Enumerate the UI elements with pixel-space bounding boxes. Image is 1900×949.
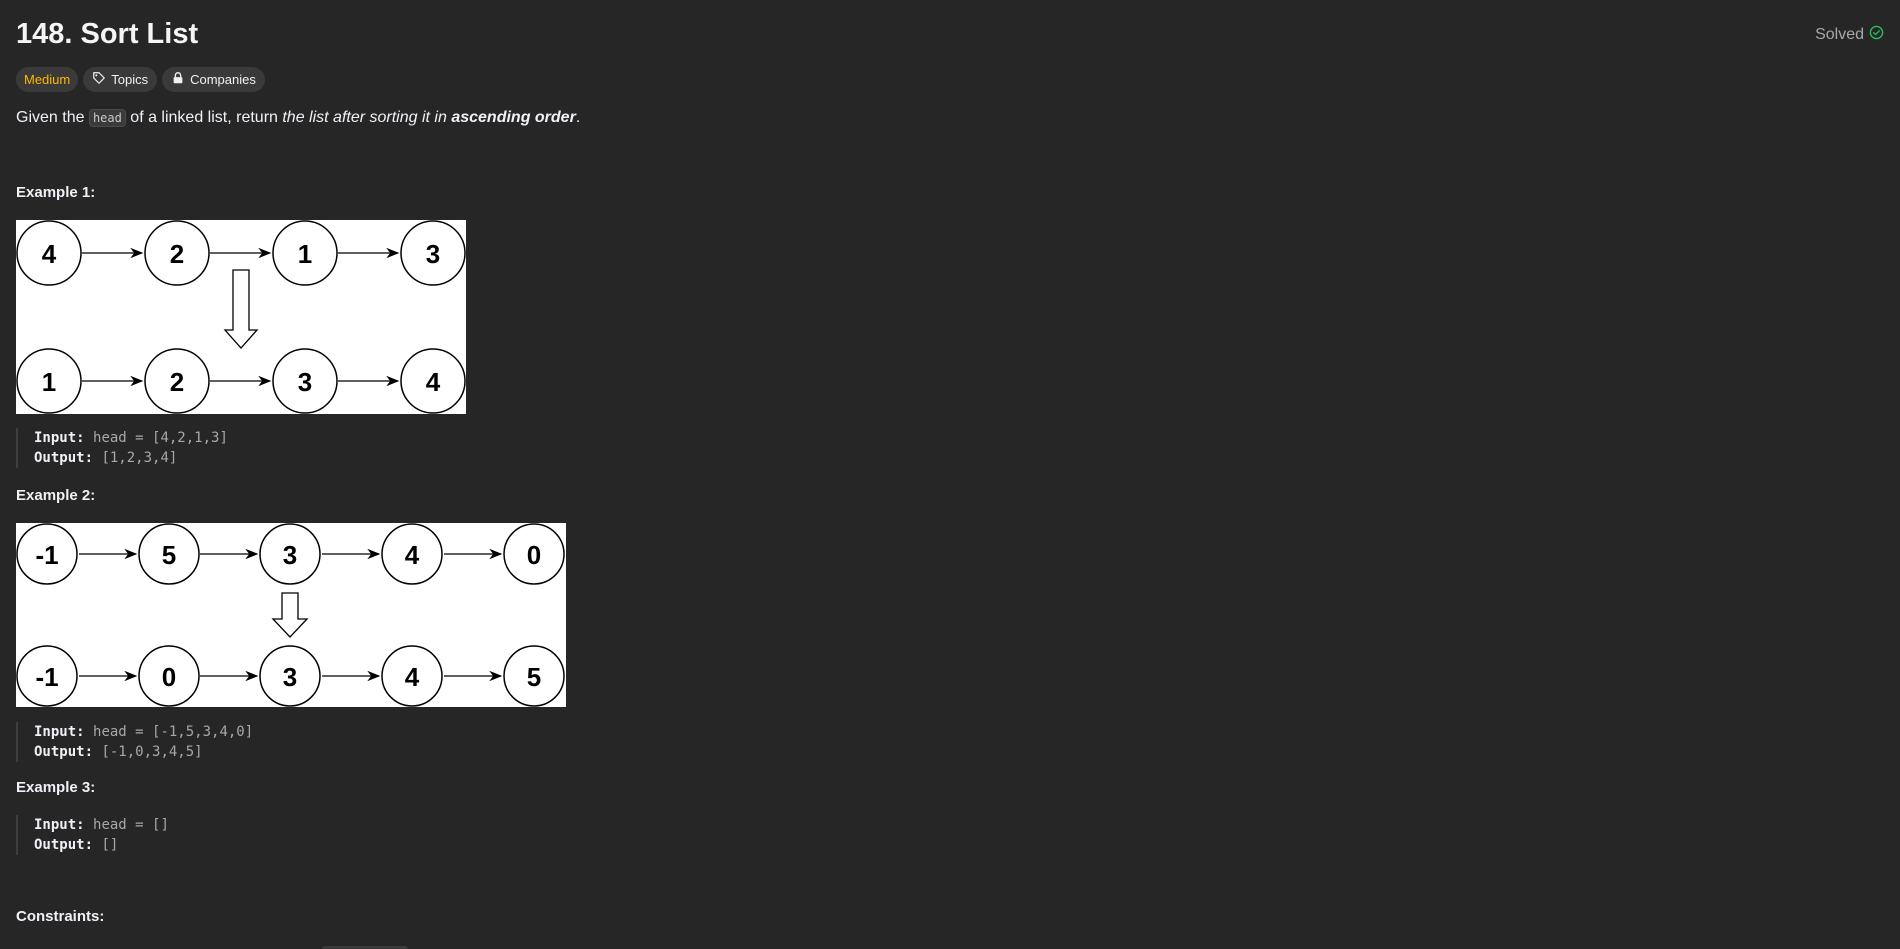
topics-button[interactable]: Topics xyxy=(83,67,158,92)
input-value: head = [-1,5,3,4,0] xyxy=(93,724,254,740)
solved-label: Solved xyxy=(1815,26,1864,43)
example-2-diagram: -1 5 3 4 0 -1 0 3 4 5 xyxy=(16,523,566,707)
desc-italic: the list after sorting it in xyxy=(282,109,452,126)
constraints-title: Constraints: xyxy=(16,908,105,925)
svg-text:3: 3 xyxy=(283,662,297,692)
desc-bold: ascending order xyxy=(451,109,576,126)
svg-text:4: 4 xyxy=(42,239,57,269)
list-node: 3 xyxy=(400,220,466,286)
head-code: head xyxy=(88,109,126,127)
svg-text:3: 3 xyxy=(283,540,297,570)
input-label: Input: xyxy=(34,430,85,446)
input-label: Input: xyxy=(34,817,85,833)
desc-text-1: Given the xyxy=(16,109,89,126)
list-node: 0 xyxy=(503,523,565,585)
down-arrow-icon xyxy=(223,269,259,349)
svg-text:5: 5 xyxy=(162,540,176,570)
list-node: 5 xyxy=(138,523,200,585)
list-node: 3 xyxy=(259,523,321,585)
svg-text:4: 4 xyxy=(405,540,420,570)
example-3-io: Input: head = [] Output: [] xyxy=(16,815,169,855)
svg-text:1: 1 xyxy=(42,367,56,397)
svg-text:2: 2 xyxy=(170,239,184,269)
problem-title: 148. Sort List xyxy=(16,18,199,50)
svg-text:0: 0 xyxy=(527,540,541,570)
output-label: Output: xyxy=(34,450,94,466)
list-node: 4 xyxy=(381,645,443,707)
input-label: Input: xyxy=(34,724,85,740)
down-arrow-icon xyxy=(271,592,309,638)
list-node: 2 xyxy=(144,220,210,286)
list-node: 3 xyxy=(272,348,338,414)
input-value: head = [] xyxy=(93,817,169,833)
list-node: -1 xyxy=(16,645,78,707)
svg-text:1: 1 xyxy=(298,239,312,269)
list-node: 0 xyxy=(138,645,200,707)
svg-text:4: 4 xyxy=(426,367,441,397)
example-2-title: Example 2: xyxy=(16,487,96,504)
list-node: 4 xyxy=(381,523,443,585)
companies-button[interactable]: Companies xyxy=(162,67,265,92)
example-1-io: Input: head = [4,2,1,3] Output: [1,2,3,4… xyxy=(16,428,228,468)
svg-text:5: 5 xyxy=(527,662,541,692)
svg-text:2: 2 xyxy=(170,367,184,397)
tag-bar: Medium Topics Companies xyxy=(16,67,265,92)
list-node: -1 xyxy=(16,523,78,585)
tag-icon xyxy=(92,71,106,88)
list-node: 4 xyxy=(400,348,466,414)
svg-text:4: 4 xyxy=(405,662,420,692)
solved-status: Solved xyxy=(1815,25,1884,45)
svg-text:3: 3 xyxy=(426,239,440,269)
list-node: 2 xyxy=(144,348,210,414)
list-node: 1 xyxy=(272,220,338,286)
output-label: Output: xyxy=(34,744,94,760)
companies-label: Companies xyxy=(190,72,256,87)
example-1-diagram: 4 2 1 3 1 2 3 4 xyxy=(16,220,466,414)
example-1-title: Example 1: xyxy=(16,184,96,201)
topics-label: Topics xyxy=(111,72,149,87)
output-value: [1,2,3,4] xyxy=(101,450,178,466)
list-node: 4 xyxy=(16,220,82,286)
svg-text:-1: -1 xyxy=(35,662,58,692)
svg-text:0: 0 xyxy=(162,662,176,692)
lock-icon xyxy=(171,71,185,88)
example-3-title: Example 3: xyxy=(16,779,96,796)
list-node: 3 xyxy=(259,645,321,707)
output-label: Output: xyxy=(34,837,94,853)
desc-text-2: of a linked list, return xyxy=(125,109,283,126)
list-node: 1 xyxy=(16,348,82,414)
output-value: [-1,0,3,4,5] xyxy=(101,744,203,760)
svg-text:-1: -1 xyxy=(35,540,58,570)
list-node: 5 xyxy=(503,645,565,707)
difficulty-badge: Medium xyxy=(16,67,79,92)
desc-end: . xyxy=(575,109,581,126)
check-circle-icon xyxy=(1869,25,1884,45)
input-value: head = [4,2,1,3] xyxy=(93,430,228,446)
svg-text:3: 3 xyxy=(298,367,312,397)
problem-description: Given the head of a linked list, return … xyxy=(16,108,580,128)
output-value: [] xyxy=(101,837,119,853)
example-2-io: Input: head = [-1,5,3,4,0] Output: [-1,0… xyxy=(16,722,253,762)
